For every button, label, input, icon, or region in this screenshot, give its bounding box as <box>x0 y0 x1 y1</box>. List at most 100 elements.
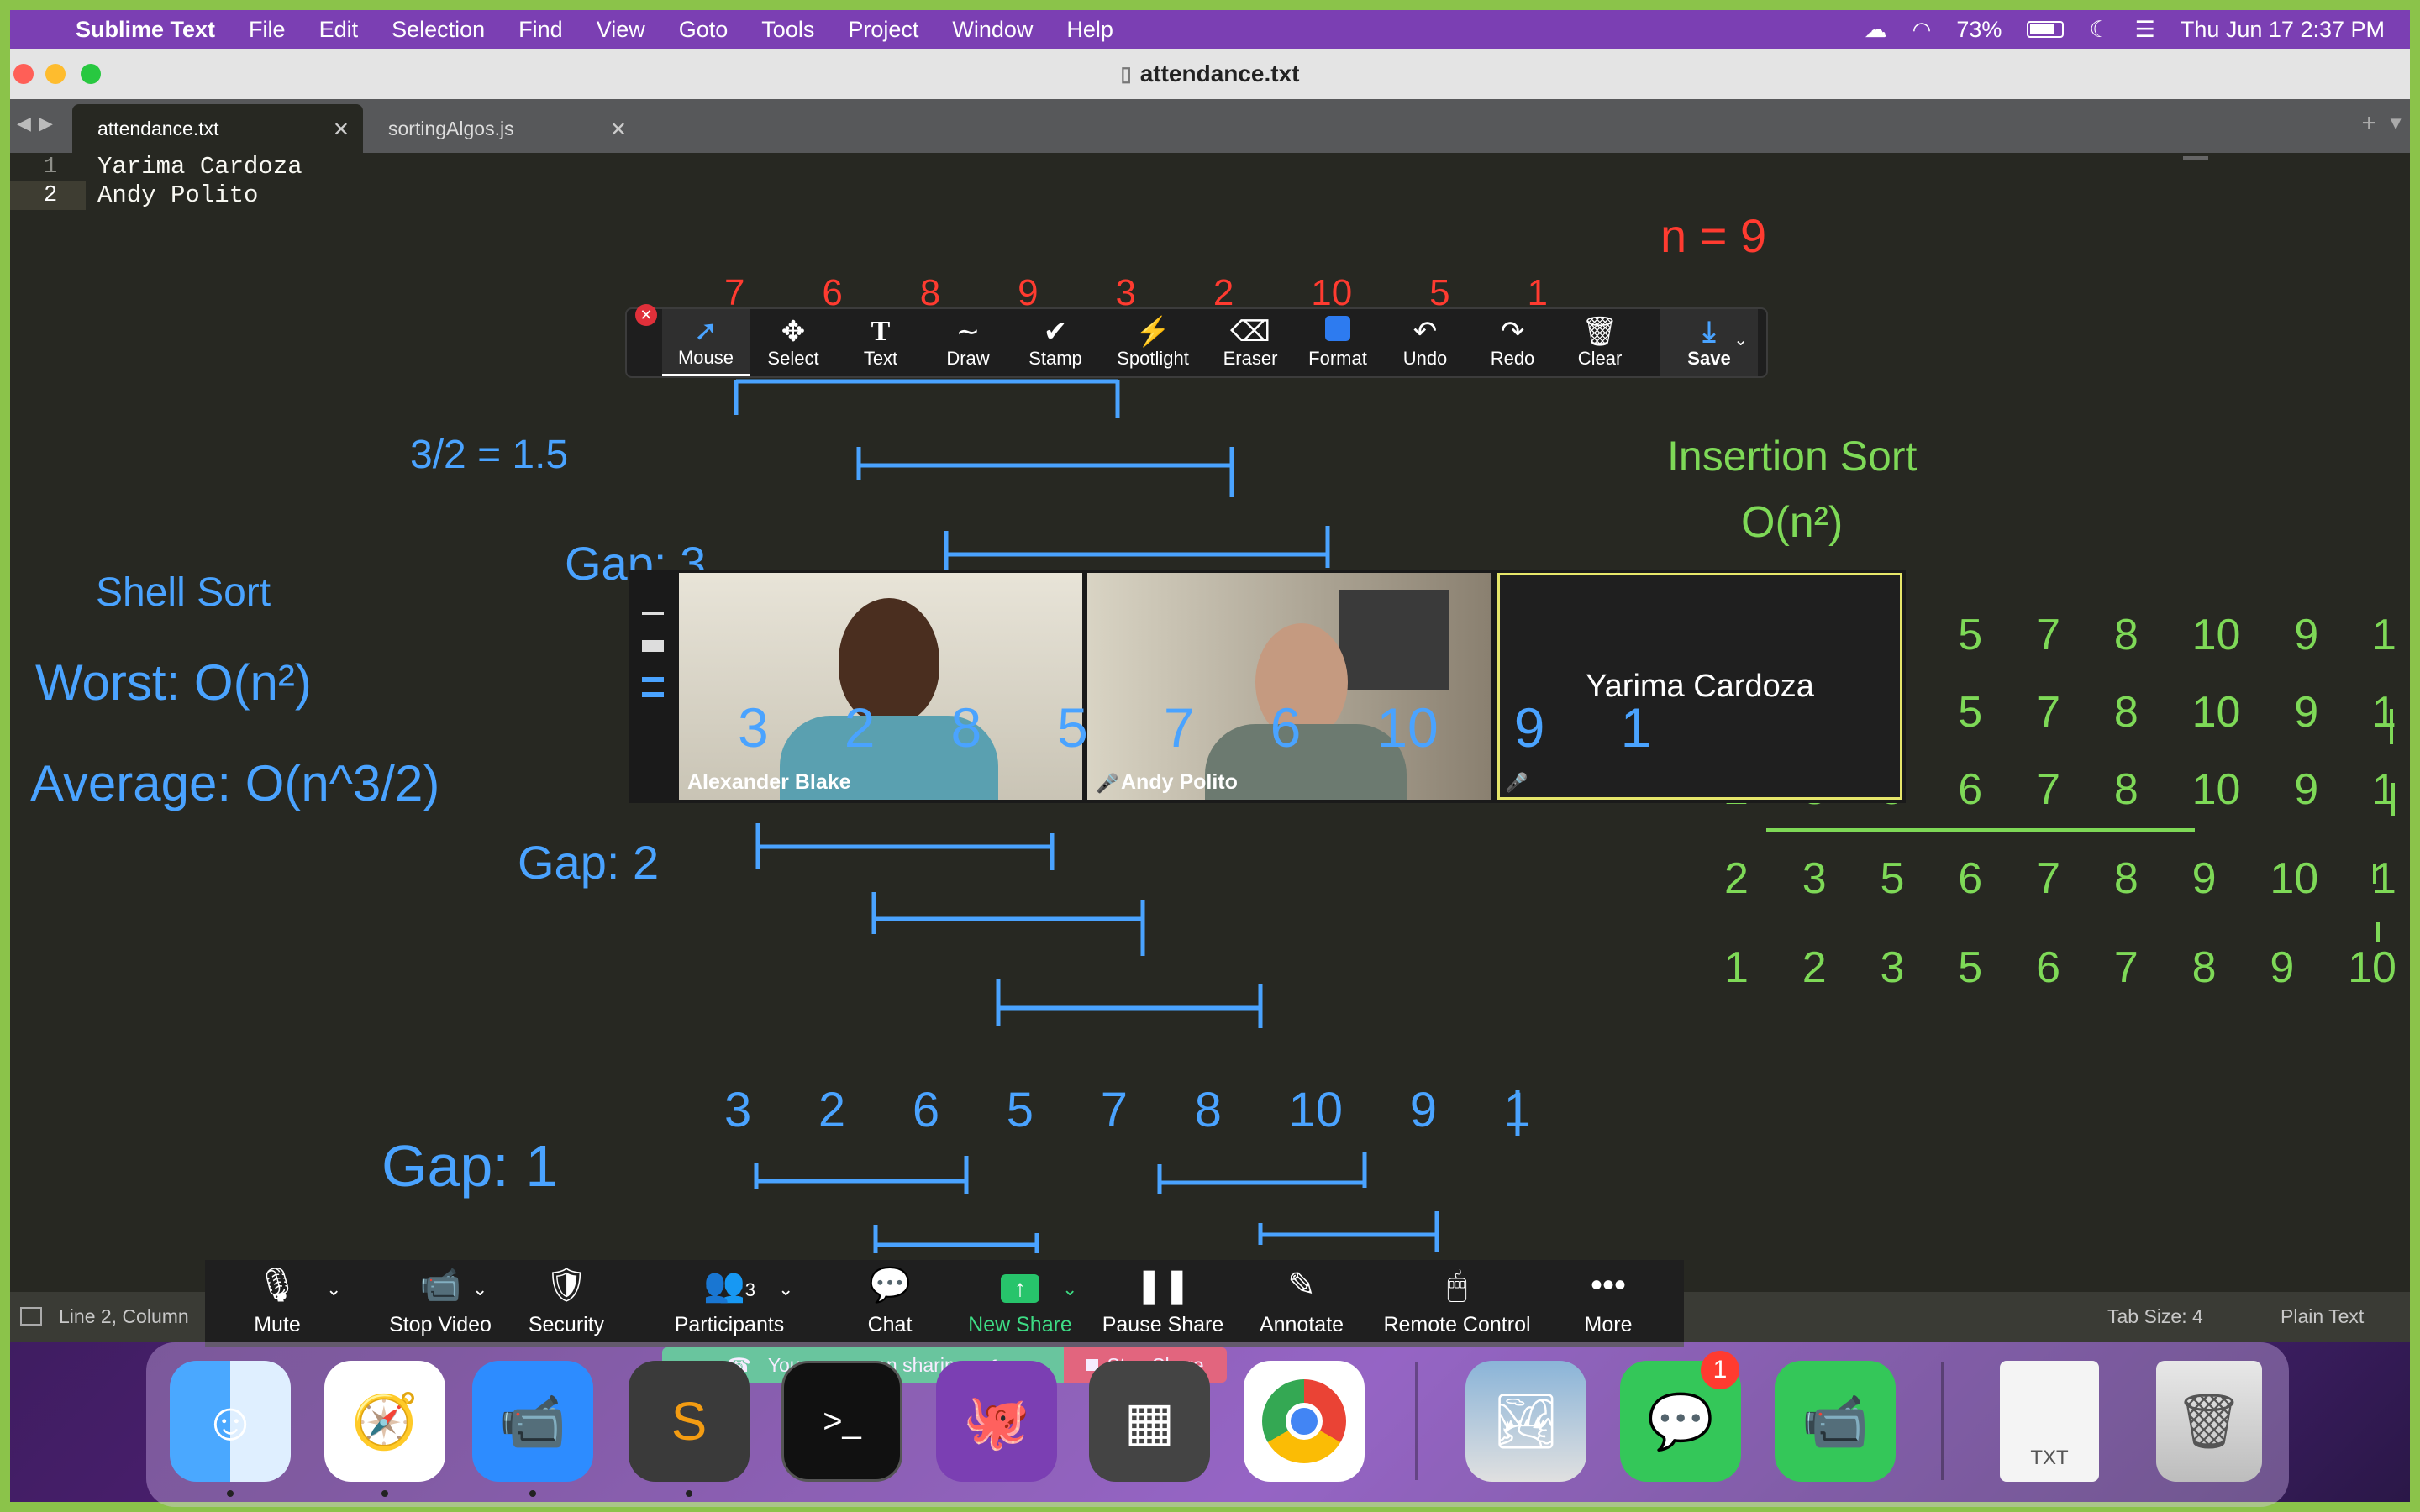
magic-wand-icon: ⚡ <box>1134 316 1171 348</box>
menu-file[interactable]: File <box>249 17 286 43</box>
close-tab-icon[interactable]: ✕ <box>333 118 350 142</box>
tool-spotlight[interactable]: ⚡ Spotlight <box>1099 309 1207 376</box>
tab-size[interactable]: Tab Size: 4 <box>2107 1305 2203 1328</box>
tool-draw[interactable]: ∼ Draw <box>924 309 1012 376</box>
cloud-upload-icon[interactable]: ☁ <box>1865 17 1887 43</box>
new-tab-icon[interactable]: + <box>2361 109 2376 138</box>
notification-badge: 1 <box>1701 1351 1739 1389</box>
tool-stamp[interactable]: ✔ Stamp <box>1012 309 1099 376</box>
menu-view[interactable]: View <box>597 17 645 43</box>
video-tile-yarima[interactable]: Yarima Cardoza 🎤 <box>1497 573 1902 800</box>
menu-selection[interactable]: Selection <box>392 17 485 43</box>
chrome-icon[interactable] <box>1244 1361 1365 1482</box>
preview-icon[interactable]: 🏞 <box>1465 1361 1586 1482</box>
menu-window[interactable]: Window <box>952 17 1033 43</box>
menu-find[interactable]: Find <box>518 17 563 43</box>
chevron-down-icon[interactable]: ⌄ <box>326 1278 341 1300</box>
txt-file-icon[interactable]: TXT <box>2000 1361 2099 1482</box>
menu-app-name[interactable]: Sublime Text <box>76 17 215 43</box>
wifi-icon[interactable]: ◠ <box>1912 17 1932 43</box>
chevron-down-icon[interactable]: ⌄ <box>778 1278 793 1300</box>
tab-sortingalgos[interactable]: sortingAlgos.js ✕ <box>363 104 640 153</box>
tool-undo[interactable]: ↶ Undo <box>1381 309 1469 376</box>
tool-select[interactable]: ✥ Select <box>750 309 837 376</box>
zoom-window-button[interactable] <box>81 64 101 84</box>
move-icon: ✥ <box>781 316 806 348</box>
video-tile-andy[interactable]: 🎤 Andy Polito <box>1087 573 1491 800</box>
minimize-window-button[interactable] <box>45 64 66 84</box>
menu-edit[interactable]: Edit <box>319 17 359 43</box>
github-desktop-icon[interactable]: 🐙 <box>936 1361 1057 1482</box>
chat-button[interactable]: 💬 Chat <box>835 1260 944 1347</box>
gallery-controls[interactable] <box>642 612 664 697</box>
ratio-note: 3/2 = 1.5 <box>410 433 569 477</box>
calculator-icon[interactable]: ▦ <box>1089 1361 1210 1482</box>
mute-button[interactable]: 🎙 Mute <box>235 1260 319 1347</box>
chevron-down-icon[interactable]: ⌄ <box>1733 329 1748 350</box>
ink-number: 7 <box>1100 1083 1128 1137</box>
menu-tools[interactable]: Tools <box>761 17 814 43</box>
new-share-button[interactable]: ↑ New Share <box>953 1260 1087 1347</box>
average-case: Average: O(n^3/2) <box>30 755 440 811</box>
file-type-label: TXT <box>2030 1446 2069 1469</box>
desktop: Sublime Text File Edit Selection Find Vi… <box>0 0 2420 1512</box>
ink-number: 9 <box>2191 854 2217 903</box>
trash-icon[interactable]: 🗑 <box>2156 1361 2262 1482</box>
terminal-icon[interactable]: >_ <box>781 1361 902 1482</box>
security-button[interactable]: 🛡 Security <box>508 1260 625 1347</box>
gap-2-label: Gap: 2 <box>518 836 660 889</box>
tool-clear[interactable]: 🗑 Clear <box>1556 309 1644 376</box>
remote-control-button[interactable]: 🖱 Remote Control <box>1373 1260 1541 1347</box>
text-icon: T <box>871 316 891 347</box>
panel-toggle-icon[interactable] <box>20 1307 42 1326</box>
battery-icon[interactable] <box>2027 21 2065 38</box>
dock-divider <box>1415 1362 1418 1480</box>
pause-share-button[interactable]: ❚❚ Pause Share <box>1096 1260 1230 1347</box>
ink-number: 10 <box>2270 854 2319 903</box>
participant-name: Andy Polito <box>1121 770 1238 794</box>
ink-number: 3 <box>724 1083 752 1137</box>
close-toolbar-icon[interactable]: ✕ <box>635 304 657 326</box>
menu-help[interactable]: Help <box>1066 17 1113 43</box>
finder-icon[interactable]: ☺ <box>170 1361 291 1482</box>
tab-menu-icon[interactable]: ▼ <box>2386 113 2405 134</box>
minimap[interactable] <box>2183 156 2208 160</box>
nav-forward-icon[interactable]: ▶ <box>39 113 53 134</box>
ink-number: 2 <box>1802 943 1827 992</box>
tool-redo[interactable]: ↷ Redo <box>1469 309 1556 376</box>
chevron-down-icon[interactable]: ⌄ <box>1062 1278 1077 1300</box>
close-window-button[interactable] <box>13 64 34 84</box>
ink-number: 1 <box>2372 854 2396 903</box>
menu-goto[interactable]: Goto <box>679 17 729 43</box>
tool-text[interactable]: T Text <box>837 309 924 376</box>
tool-eraser[interactable]: ⌫ Eraser <box>1207 309 1294 376</box>
stop-video-button[interactable]: 📹 Stop Video <box>365 1260 516 1347</box>
tab-attendance[interactable]: attendance.txt ✕ <box>72 104 363 153</box>
menu-project[interactable]: Project <box>848 17 918 43</box>
sublime-text-icon[interactable]: S <box>629 1361 750 1482</box>
moon-icon[interactable]: ☾ <box>2089 17 2109 43</box>
close-tab-icon[interactable]: ✕ <box>610 118 627 142</box>
cursor-position[interactable]: Line 2, Column <box>59 1305 189 1328</box>
participants-count: 3 <box>744 1279 756 1300</box>
code-line[interactable]: Yarima Cardoza <box>97 153 302 181</box>
tool-mouse[interactable]: ➚ Mouse <box>662 309 750 376</box>
chevron-down-icon[interactable]: ⌄ <box>472 1278 487 1300</box>
more-button[interactable]: ••• More <box>1566 1260 1650 1347</box>
participants-button[interactable]: 👥3 Participants <box>654 1260 805 1347</box>
video-tile-alexander[interactable]: Alexander Blake <box>679 573 1082 800</box>
nav-back-icon[interactable]: ◀ <box>17 113 31 134</box>
control-center-icon[interactable]: ☰ <box>2135 17 2155 43</box>
zoom-app-icon[interactable]: 📹 <box>472 1361 593 1482</box>
dock: ☺ 🧭 📹 S >_ 🐙 ▦ 🏞 💬 1 📹 TXT 🗑 <box>146 1342 2289 1507</box>
tool-label: Stamp <box>1028 348 1082 369</box>
tool-format[interactable]: Format <box>1294 309 1381 376</box>
syntax-mode[interactable]: Plain Text <box>2281 1305 2364 1328</box>
menu-clock[interactable]: Thu Jun 17 2:37 PM <box>2181 17 2385 43</box>
ink-number: 1 <box>1724 943 1749 992</box>
ink-number: 6 <box>912 1083 940 1137</box>
safari-icon[interactable]: 🧭 <box>324 1361 445 1482</box>
code-line[interactable]: Andy Polito <box>97 181 258 209</box>
facetime-icon[interactable]: 📹 <box>1775 1361 1896 1482</box>
annotate-button[interactable]: ✎ Annotate <box>1247 1260 1356 1347</box>
